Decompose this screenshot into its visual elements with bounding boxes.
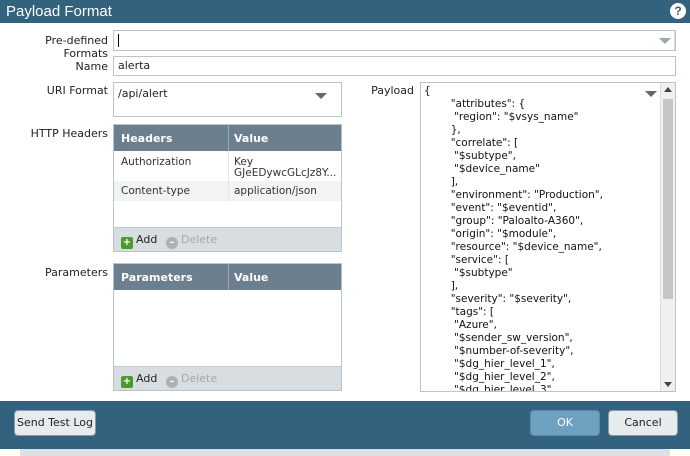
name-value: alerta <box>118 59 151 72</box>
chevron-down-icon[interactable] <box>315 93 327 99</box>
predefined-formats-select[interactable] <box>113 30 676 51</box>
payload-textarea[interactable]: { "attributes": { "region": "$vsys_name"… <box>420 82 676 392</box>
payload-label: Payload <box>371 84 414 97</box>
http-headers-toolbar: + Add – Delete <box>114 227 341 251</box>
payload-scrollbar[interactable] <box>660 83 675 391</box>
header-name: Content-type <box>121 185 191 197</box>
parameters-table-header: Parameters Value <box>114 264 341 290</box>
parameters-label: Parameters <box>45 266 108 279</box>
http-headers-label: HTTP Headers <box>30 127 108 140</box>
uri-format-value: /api/alert <box>118 87 168 100</box>
plus-icon: + <box>121 237 133 249</box>
minus-icon: – <box>166 376 178 388</box>
http-headers-table-header: Headers Value <box>114 125 341 151</box>
name-field[interactable]: alerta <box>113 56 676 76</box>
payload-text: { "attributes": { "region": "$vsys_name"… <box>424 85 603 392</box>
help-icon[interactable]: ? <box>670 3 686 19</box>
header-value: application/json <box>234 185 317 197</box>
dialog-footer: Send Test Log OK Cancel <box>0 401 690 449</box>
plus-icon: + <box>121 376 133 388</box>
scroll-down-icon[interactable] <box>664 382 672 387</box>
header-value: GJeEDywcGLcJz8Y... <box>234 167 337 179</box>
name-label: Name <box>75 60 108 73</box>
scroll-up-icon[interactable] <box>664 87 672 92</box>
background-strip <box>20 449 670 456</box>
uri-format-field[interactable]: /api/alert <box>113 82 342 117</box>
http-headers-table: Headers Value Authorization Key GJeEDywc… <box>113 124 342 252</box>
dialog-title: Payload Format <box>6 3 112 20</box>
ok-button[interactable]: OK <box>530 410 600 436</box>
header-name: Authorization <box>121 156 192 168</box>
cancel-button[interactable]: Cancel <box>608 410 678 436</box>
column-header-parameters[interactable]: Parameters <box>121 271 193 284</box>
text-cursor <box>118 34 119 47</box>
minus-icon: – <box>166 237 178 249</box>
delete-parameter-button[interactable]: – Delete <box>166 372 217 388</box>
delete-header-button[interactable]: – Delete <box>166 233 217 249</box>
uri-format-label: URI Format <box>46 84 108 97</box>
send-test-log-button[interactable]: Send Test Log <box>14 410 96 436</box>
column-header-value[interactable]: Value <box>234 271 268 284</box>
add-parameter-button[interactable]: + Add <box>121 372 157 388</box>
dialog-titlebar: Payload Format ? <box>0 0 690 23</box>
scrollbar-thumb[interactable] <box>663 99 673 299</box>
column-header-headers[interactable]: Headers <box>121 132 172 145</box>
column-header-value[interactable]: Value <box>234 132 268 145</box>
parameters-toolbar: + Add – Delete <box>114 366 341 390</box>
add-header-button[interactable]: + Add <box>121 233 157 249</box>
chevron-down-icon[interactable] <box>659 38 671 44</box>
parameters-table: Parameters Value + Add – Delete <box>113 263 342 391</box>
chevron-down-icon[interactable] <box>645 91 657 97</box>
predefined-formats-label: Pre-defined Formats <box>45 34 108 60</box>
